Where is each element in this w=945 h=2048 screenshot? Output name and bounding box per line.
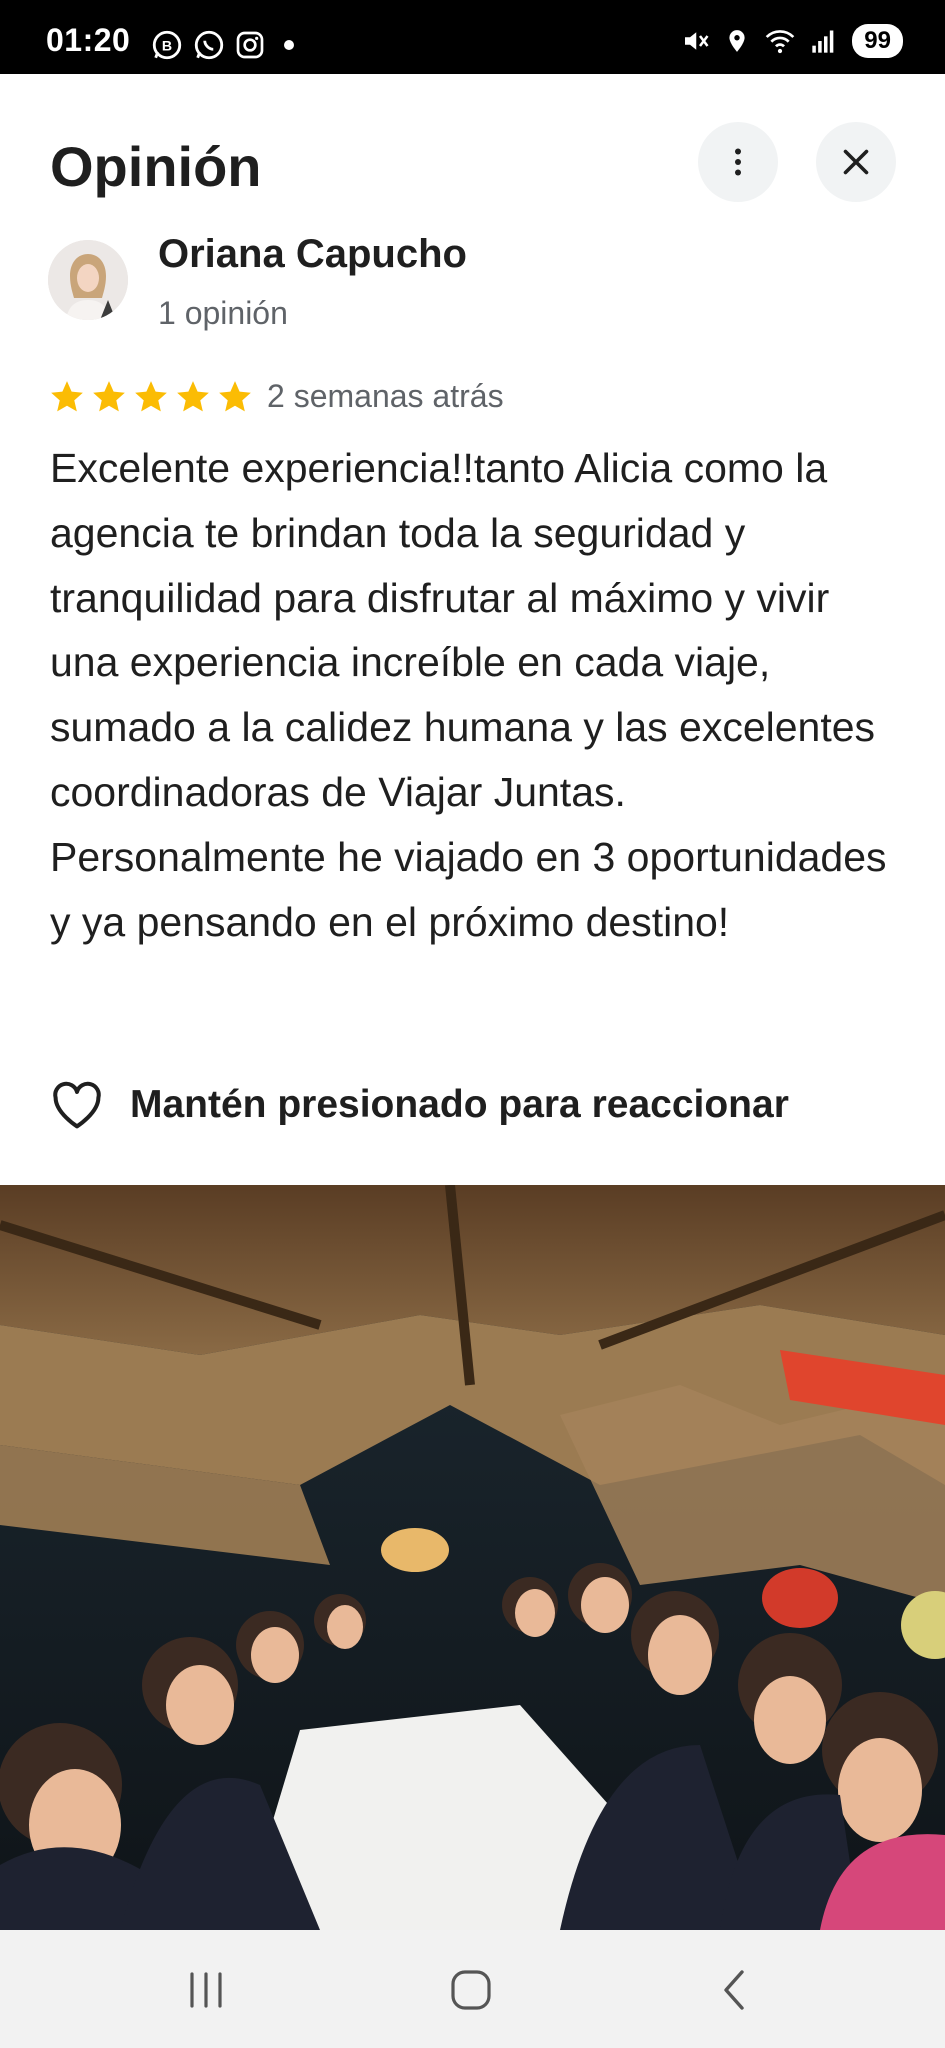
- review-text: Excelente experiencia!!tanto Alicia como…: [50, 445, 887, 945]
- group-dinner-photo: [0, 1185, 945, 1930]
- mute-icon: [685, 32, 709, 50]
- dot-icon: [284, 40, 294, 50]
- star-rating: [48, 378, 254, 416]
- system-icons: 99: [680, 24, 903, 58]
- avatar[interactable]: [48, 240, 128, 320]
- star-icon: [93, 381, 125, 412]
- react-button[interactable]: Mantén presionado para reaccionar: [50, 1080, 789, 1130]
- star-icon: [51, 381, 83, 412]
- avatar-photo: [48, 240, 128, 320]
- notification-icons: B: [150, 28, 294, 62]
- recent-apps-button[interactable]: [166, 1960, 246, 2020]
- reviewer-review-count: 1 opinión: [158, 295, 288, 331]
- back-button[interactable]: [694, 1960, 774, 2020]
- home-button[interactable]: [431, 1960, 511, 2020]
- recent-apps-icon: [190, 1972, 222, 2008]
- reviewer-name[interactable]: Oriana Capucho: [158, 232, 467, 277]
- react-label: Mantén presionado para reaccionar: [130, 1083, 789, 1126]
- back-icon: [724, 1970, 744, 2010]
- whatsapp-icon: [194, 30, 224, 60]
- more-options-button[interactable]: [698, 122, 778, 202]
- location-icon: [729, 30, 745, 52]
- status-time: 01:20: [46, 22, 131, 58]
- star-icon: [135, 381, 167, 412]
- instagram-icon: [236, 31, 264, 59]
- whatsapp-business-icon: B: [152, 30, 182, 60]
- home-icon: [451, 1970, 491, 2010]
- wifi-icon: [766, 30, 795, 54]
- svg-text:B: B: [162, 39, 172, 55]
- star-icon: [219, 381, 251, 412]
- navigation-bar: [0, 1930, 945, 2048]
- review-photo[interactable]: [0, 1185, 945, 1930]
- review-date: 2 semanas atrás: [267, 378, 504, 414]
- close-button[interactable]: [816, 122, 896, 202]
- close-icon: [843, 149, 869, 175]
- status-bar: 01:20 B 99: [0, 0, 945, 74]
- heart-icon: [53, 1081, 101, 1129]
- battery-indicator: 99: [852, 24, 903, 58]
- signal-icon: [812, 30, 834, 53]
- page-title: Opinión: [50, 135, 262, 198]
- more-vert-icon: [735, 148, 741, 176]
- star-icon: [177, 381, 209, 412]
